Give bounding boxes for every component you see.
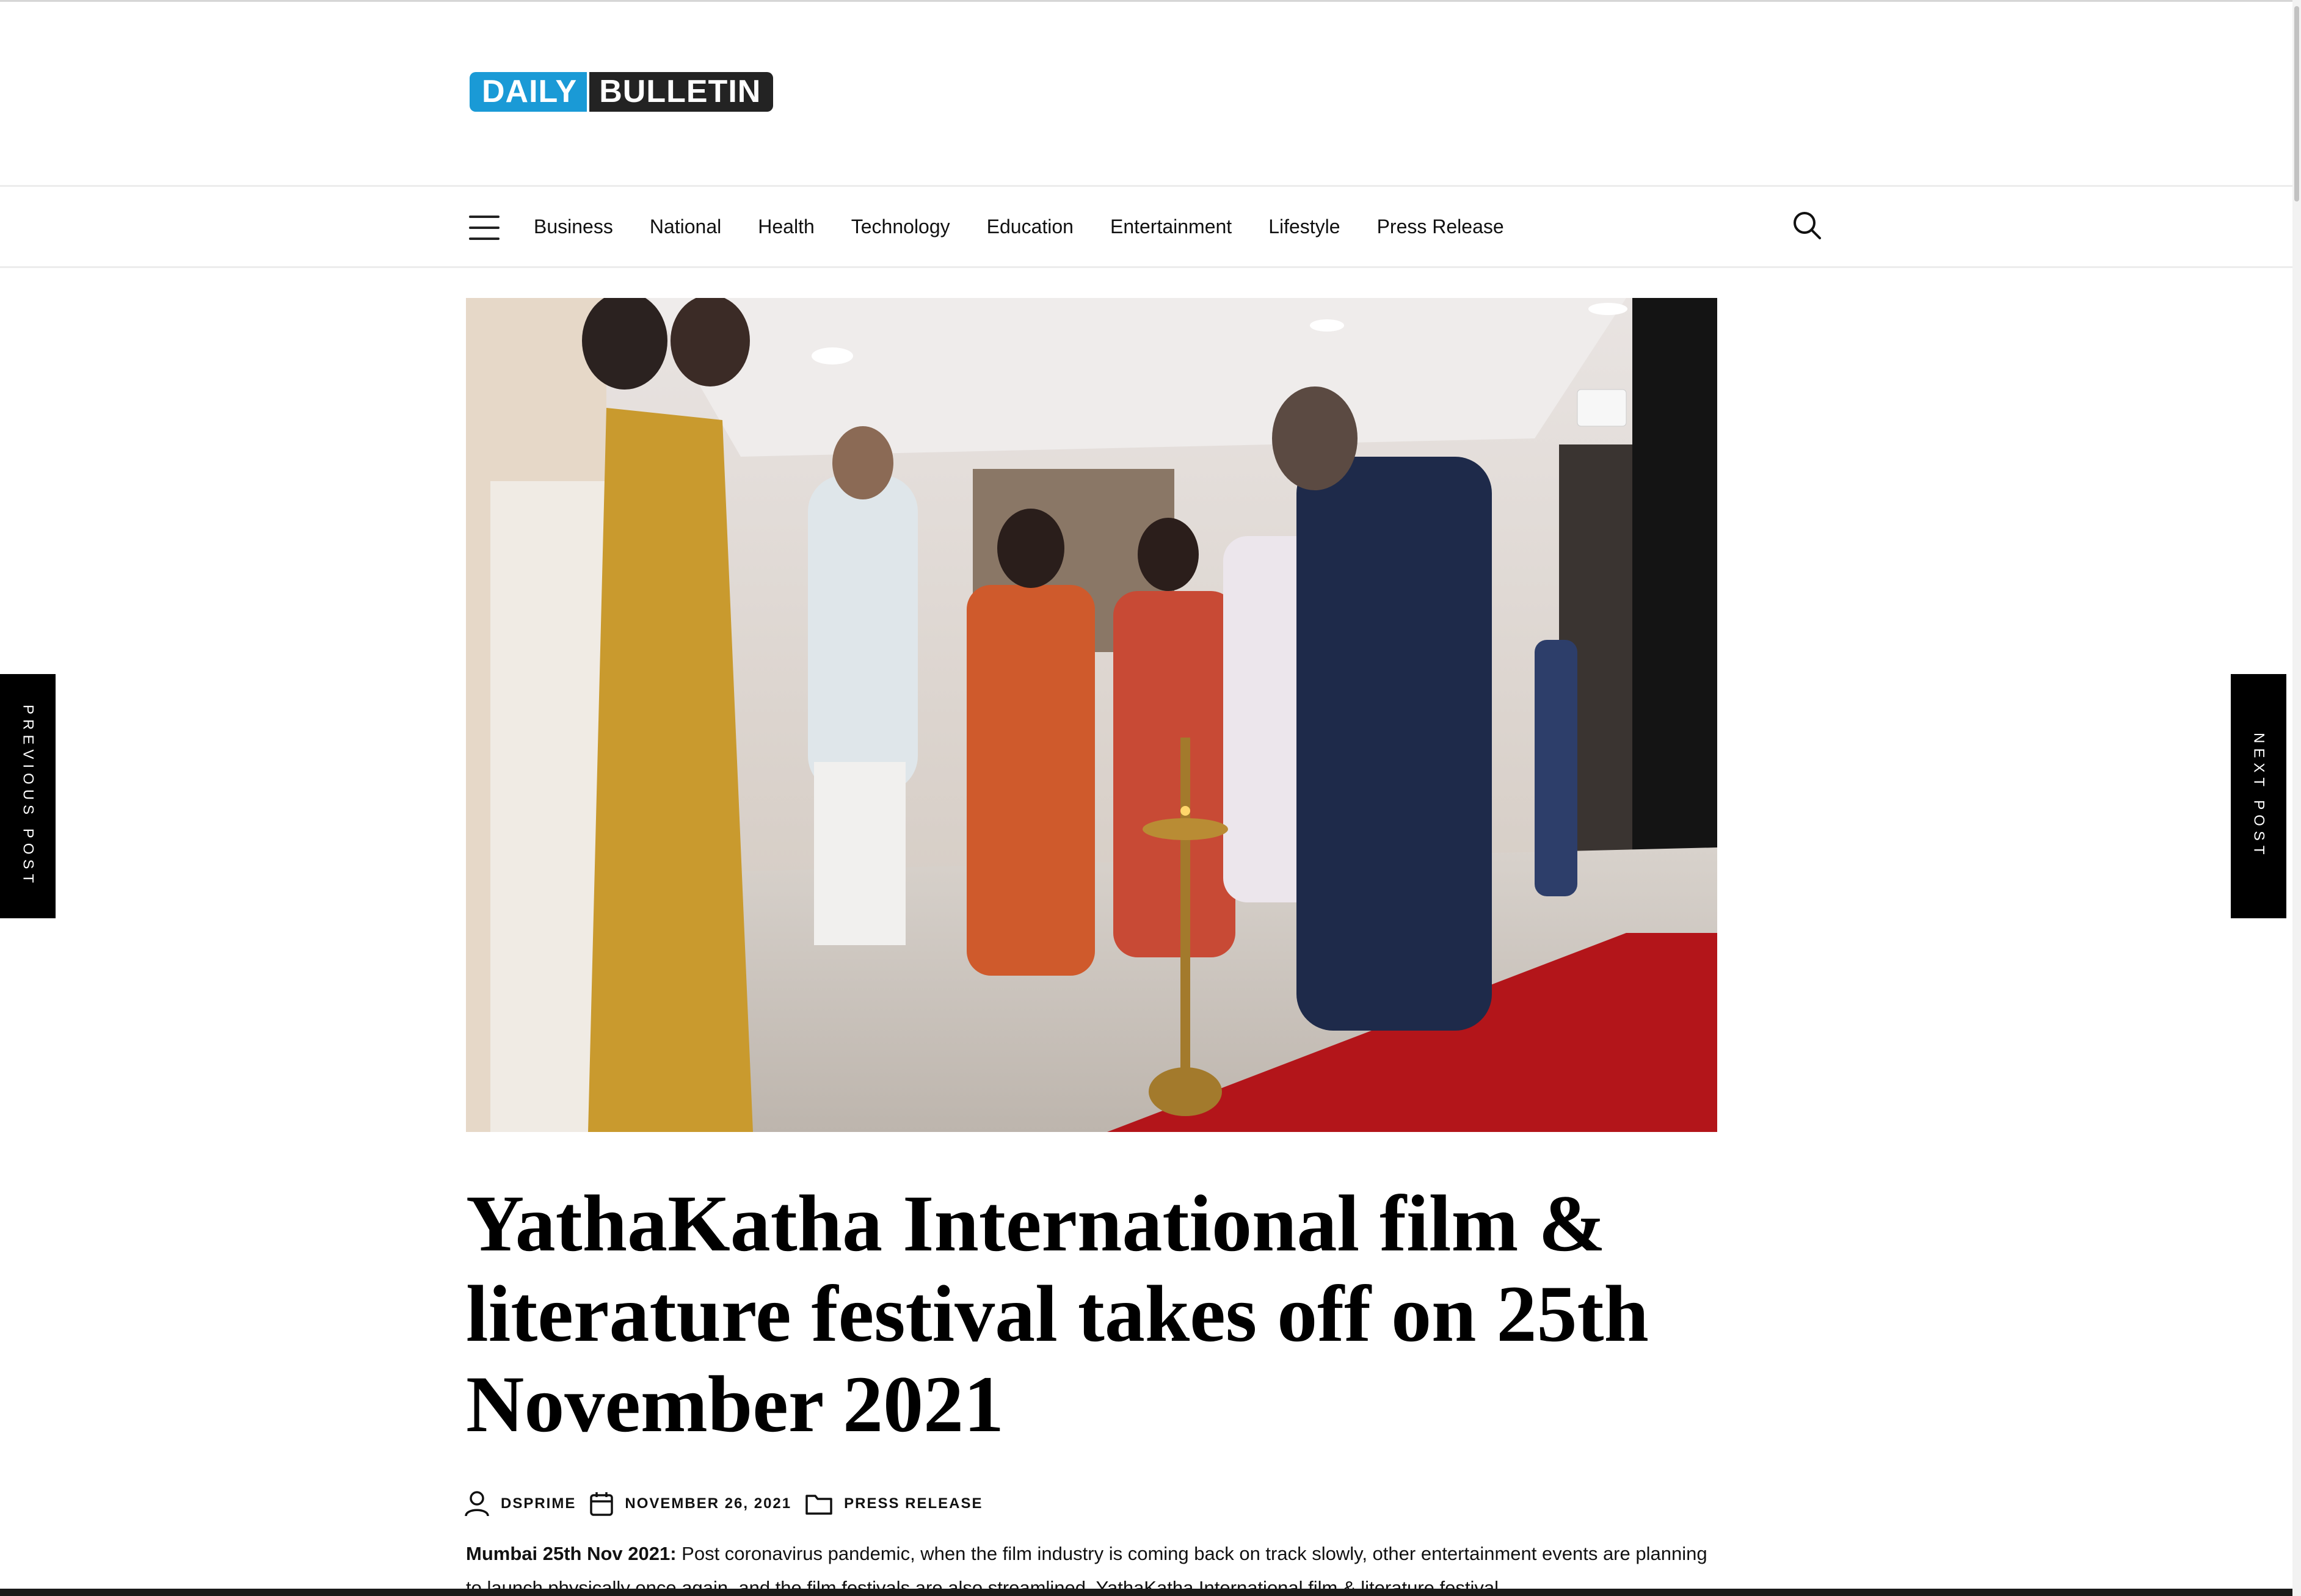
nav-item-technology[interactable]: Technology	[851, 216, 950, 238]
meta-date[interactable]: NOVEMBER 26, 2021	[589, 1491, 791, 1517]
nav-item-press-release[interactable]: Press Release	[1377, 216, 1504, 238]
nav-item-health[interactable]: Health	[758, 216, 815, 238]
nav-item-business[interactable]: Business	[534, 216, 613, 238]
nav-item-national[interactable]: National	[650, 216, 721, 238]
featured-image-illustration	[466, 298, 1717, 1132]
meta-author[interactable]: DSPRIME	[464, 1490, 576, 1517]
logo-bulletin: BULLETIN	[587, 72, 774, 112]
author-name: DSPRIME	[501, 1495, 576, 1512]
folder-icon	[805, 1495, 832, 1515]
top-border	[0, 0, 2301, 2]
nav-items: Business National Health Technology Educ…	[534, 187, 1541, 266]
bottom-border	[0, 1589, 2301, 1596]
post-category: PRESS RELEASE	[844, 1495, 983, 1512]
nav-item-education[interactable]: Education	[987, 216, 1074, 238]
next-post-label: NEXT POST	[2250, 733, 2267, 860]
nav-item-entertainment[interactable]: Entertainment	[1110, 216, 1232, 238]
meta-category[interactable]: PRESS RELEASE	[805, 1492, 983, 1515]
article-meta: DSPRIME NOVEMBER 26, 2021 PRESS RELEASE	[464, 1488, 997, 1520]
hamburger-icon[interactable]	[469, 216, 500, 240]
previous-post-tab[interactable]: PREVIOUS POST	[0, 674, 56, 918]
logo-daily: DAILY	[470, 72, 587, 112]
scrollbar-thumb[interactable]	[2294, 6, 2299, 201]
nav-item-lifestyle[interactable]: Lifestyle	[1268, 216, 1340, 238]
primary-navigation: Business National Health Technology Educ…	[0, 185, 2301, 268]
post-date: NOVEMBER 26, 2021	[625, 1495, 792, 1512]
article-body: Mumbai 25th Nov 2021: Post coronavirus p…	[466, 1537, 1718, 1596]
previous-post-label: PREVIOUS POST	[20, 704, 37, 888]
site-logo[interactable]: DAILY BULLETIN	[470, 72, 774, 112]
featured-image	[466, 298, 1717, 1132]
article-lead: Mumbai 25th Nov 2021:	[466, 1543, 677, 1564]
search-icon[interactable]	[1792, 210, 1822, 241]
article-title: YathaKatha International film & literatu…	[466, 1178, 1649, 1449]
next-post-tab[interactable]: NEXT POST	[2231, 674, 2286, 918]
calendar-icon	[590, 1492, 614, 1516]
scrollbar-track[interactable]	[2292, 0, 2301, 1596]
user-icon	[465, 1491, 489, 1517]
